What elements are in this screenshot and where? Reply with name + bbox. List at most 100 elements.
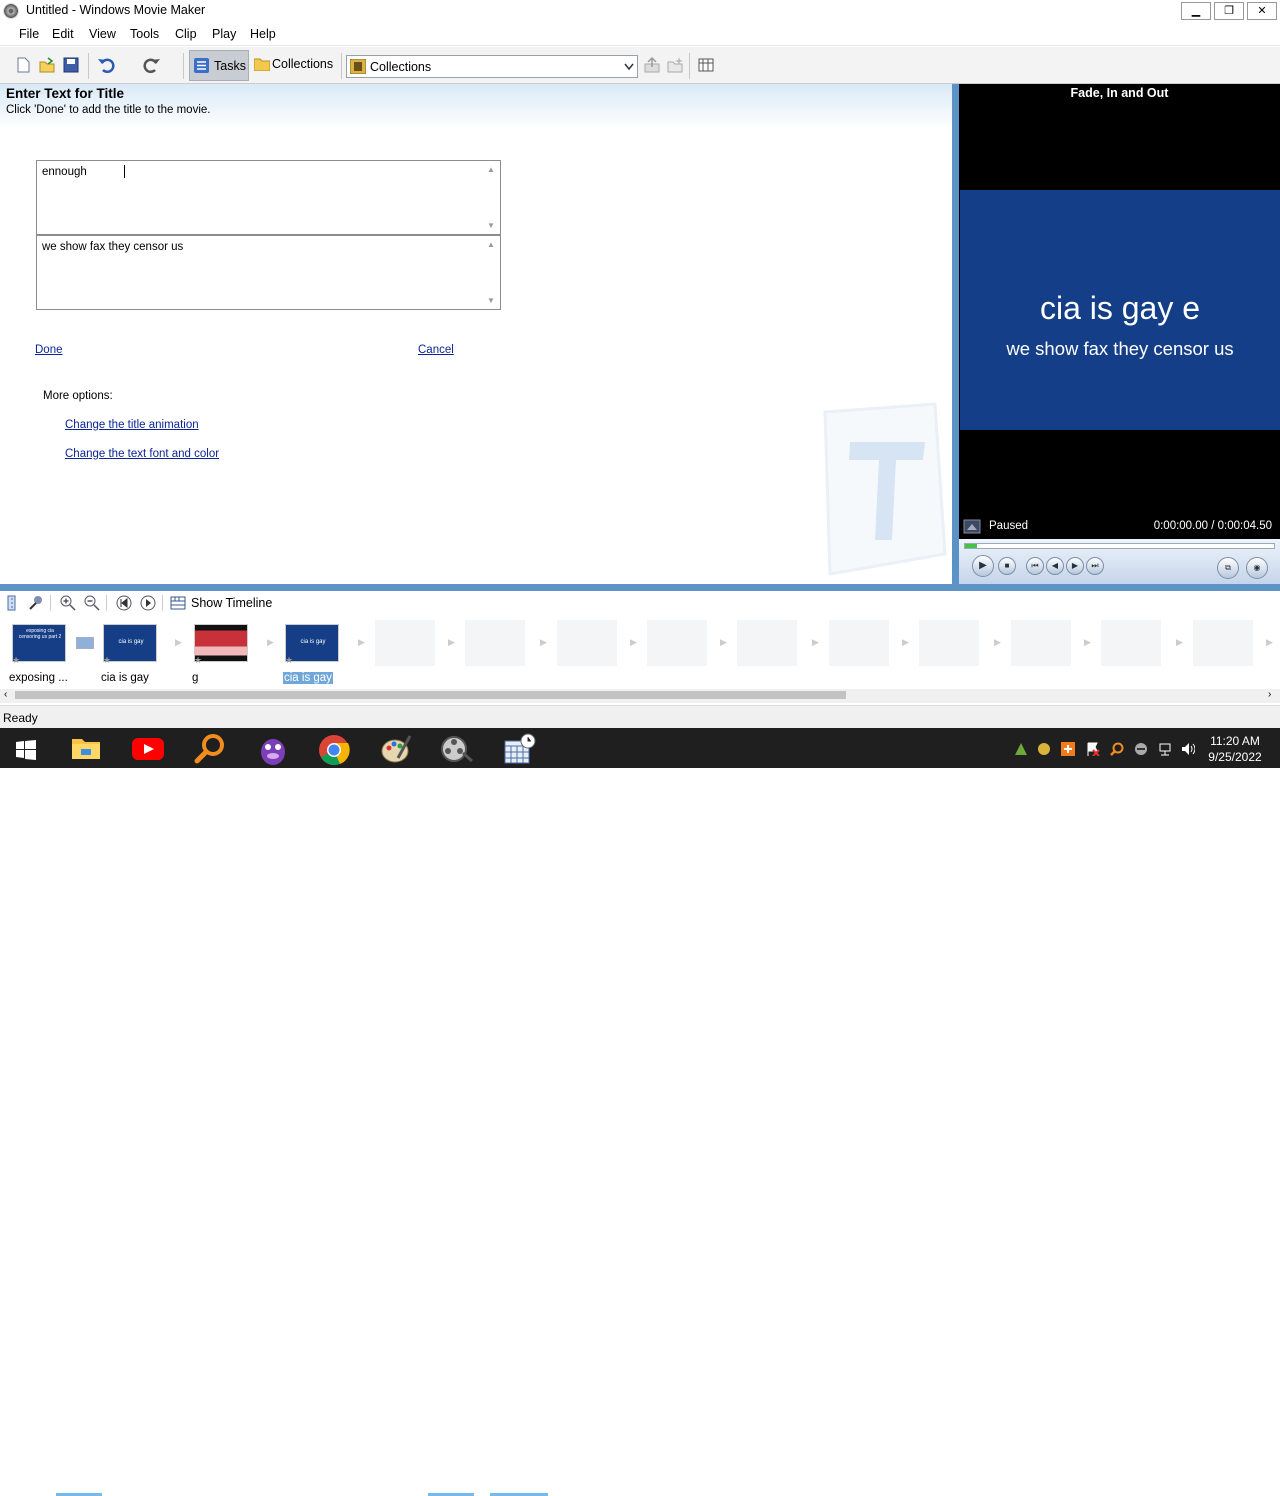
file-explorer-icon[interactable] [71, 735, 101, 761]
menu-clip[interactable]: Clip [175, 27, 197, 41]
narrate-timeline-icon[interactable] [28, 595, 44, 611]
transition-slot-arrow-icon[interactable]: ▶ [1084, 637, 1091, 648]
menu-help[interactable]: Help [250, 27, 276, 41]
tray-app-icon[interactable] [1037, 742, 1051, 756]
play-storyboard-icon[interactable] [140, 595, 156, 611]
paint-icon[interactable] [380, 733, 412, 765]
search-magnifier-icon[interactable] [194, 734, 226, 764]
transition-icon[interactable] [76, 637, 94, 649]
done-link[interactable]: Done [35, 344, 63, 356]
pane-splitter[interactable] [952, 84, 959, 584]
undo-icon[interactable] [97, 56, 115, 74]
tray-status-icon[interactable] [1134, 742, 1148, 756]
redo-icon[interactable] [143, 56, 161, 74]
empty-clip-slot[interactable] [1011, 620, 1071, 666]
empty-clip-slot[interactable] [647, 620, 707, 666]
movie-maker-icon[interactable] [3, 3, 19, 19]
back-button[interactable]: ⏮ [1026, 557, 1044, 575]
scroll-right-icon[interactable]: › [1268, 689, 1271, 700]
menu-file[interactable]: File [19, 27, 39, 41]
minimize-button[interactable]: ▁ [1181, 2, 1211, 20]
save-icon[interactable] [62, 56, 80, 74]
scroll-down-icon[interactable]: ▼ [486, 296, 496, 305]
clip-thumbnail-selected[interactable]: cia is gay [285, 624, 339, 662]
change-text-font-color-link[interactable]: Change the text font and color [65, 448, 219, 460]
forward-button[interactable]: ⏭ [1086, 557, 1104, 575]
menu-edit[interactable]: Edit [52, 27, 74, 41]
transition-slot-arrow-icon[interactable]: ▶ [720, 637, 727, 648]
transition-slot-arrow-icon[interactable]: ▶ [448, 637, 455, 648]
clip-thumbnail[interactable]: cia is gay [103, 624, 157, 662]
transition-slot-arrow-icon[interactable]: ▶ [902, 637, 909, 648]
transition-slot-arrow-icon[interactable]: ▶ [630, 637, 637, 648]
movie-maker-icon[interactable] [441, 733, 473, 765]
volume-icon[interactable] [1181, 742, 1195, 756]
bonzi-buddy-icon[interactable] [257, 732, 289, 766]
empty-clip-slot[interactable] [1193, 620, 1253, 666]
scroll-up-icon[interactable]: ▲ [486, 165, 496, 174]
scroll-down-icon[interactable]: ▼ [486, 221, 496, 230]
seek-bar[interactable] [964, 543, 1275, 549]
play-button[interactable]: ▶ [972, 555, 994, 577]
scrollbar[interactable]: ▲ ▼ [484, 238, 498, 307]
empty-clip-slot[interactable] [557, 620, 617, 666]
network-icon[interactable] [1158, 742, 1172, 756]
scroll-left-icon[interactable]: ‹ [4, 689, 7, 700]
transition-slot-arrow-icon[interactable]: ▶ [994, 637, 1001, 648]
taskbar-clock[interactable]: 11:20 AM 9/25/2022 [1198, 733, 1272, 765]
clip-thumbnail[interactable] [194, 624, 248, 662]
transition-slot-arrow-icon[interactable]: ▶ [358, 637, 365, 648]
empty-clip-slot[interactable] [465, 620, 525, 666]
calendar-clock-icon[interactable] [504, 733, 536, 765]
empty-clip-slot[interactable] [919, 620, 979, 666]
views-icon[interactable] [698, 56, 716, 74]
title-text-line1-field[interactable]: ennough ▲ ▼ [36, 160, 501, 235]
set-audio-levels-icon[interactable] [5, 595, 19, 611]
seek-thumb[interactable] [965, 544, 977, 548]
scroll-up-icon[interactable]: ▲ [486, 240, 496, 249]
empty-clip-slot[interactable] [375, 620, 435, 666]
rewind-storyboard-icon[interactable] [116, 595, 132, 611]
chrome-icon[interactable] [318, 734, 350, 766]
clip-thumbnail[interactable]: exposing cia censoring us part 2 [12, 624, 66, 662]
scrollbar[interactable]: ▲ ▼ [484, 163, 498, 232]
change-title-animation-link[interactable]: Change the title animation [65, 419, 199, 431]
empty-clip-slot[interactable] [737, 620, 797, 666]
transition-slot-arrow-icon[interactable]: ▶ [267, 637, 274, 648]
collections-button[interactable]: Collections [252, 50, 338, 81]
tasks-button[interactable]: Tasks [189, 50, 249, 81]
transition-slot-arrow-icon[interactable]: ▶ [812, 637, 819, 648]
previous-frame-button[interactable]: ◀ [1046, 557, 1064, 575]
up-folder-icon[interactable] [643, 56, 661, 74]
tray-app-icon[interactable] [1014, 742, 1028, 756]
start-icon[interactable] [16, 740, 36, 760]
snapshot-camera-icon[interactable]: ◉ [1246, 557, 1268, 579]
close-button[interactable]: ✕ [1247, 2, 1277, 20]
empty-clip-slot[interactable] [1101, 620, 1161, 666]
split-button[interactable]: ⧉ [1217, 557, 1239, 579]
transition-slot-arrow-icon[interactable]: ▶ [540, 637, 547, 648]
title-text-line2-field[interactable]: we show fax they censor us ▲ ▼ [36, 235, 501, 310]
transition-slot-arrow-icon[interactable]: ▶ [1266, 637, 1273, 648]
new-file-icon[interactable] [14, 56, 32, 74]
transition-slot-arrow-icon[interactable]: ▶ [1176, 637, 1183, 648]
horizontal-splitter[interactable] [0, 584, 1280, 591]
stop-button[interactable]: ■ [998, 557, 1016, 575]
cancel-link[interactable]: Cancel [418, 344, 454, 356]
show-timeline-button[interactable]: Show Timeline [170, 594, 280, 612]
next-frame-button[interactable]: ▶ [1066, 557, 1084, 575]
zoom-in-icon[interactable] [60, 595, 76, 611]
open-folder-icon[interactable] [38, 56, 56, 74]
scrollbar-thumb[interactable] [15, 691, 846, 699]
new-folder-icon[interactable] [666, 56, 684, 74]
menu-view[interactable]: View [89, 27, 116, 41]
restore-button[interactable]: ❐ [1214, 2, 1244, 20]
zoom-out-icon[interactable] [84, 595, 100, 611]
youtube-icon[interactable] [132, 738, 164, 760]
tray-app-icon[interactable] [1061, 742, 1075, 756]
collections-dropdown[interactable]: Collections [346, 55, 638, 78]
tray-flag-icon[interactable] [1086, 742, 1100, 756]
empty-clip-slot[interactable] [829, 620, 889, 666]
menu-play[interactable]: Play [212, 27, 236, 41]
tray-search-icon[interactable] [1110, 742, 1124, 756]
